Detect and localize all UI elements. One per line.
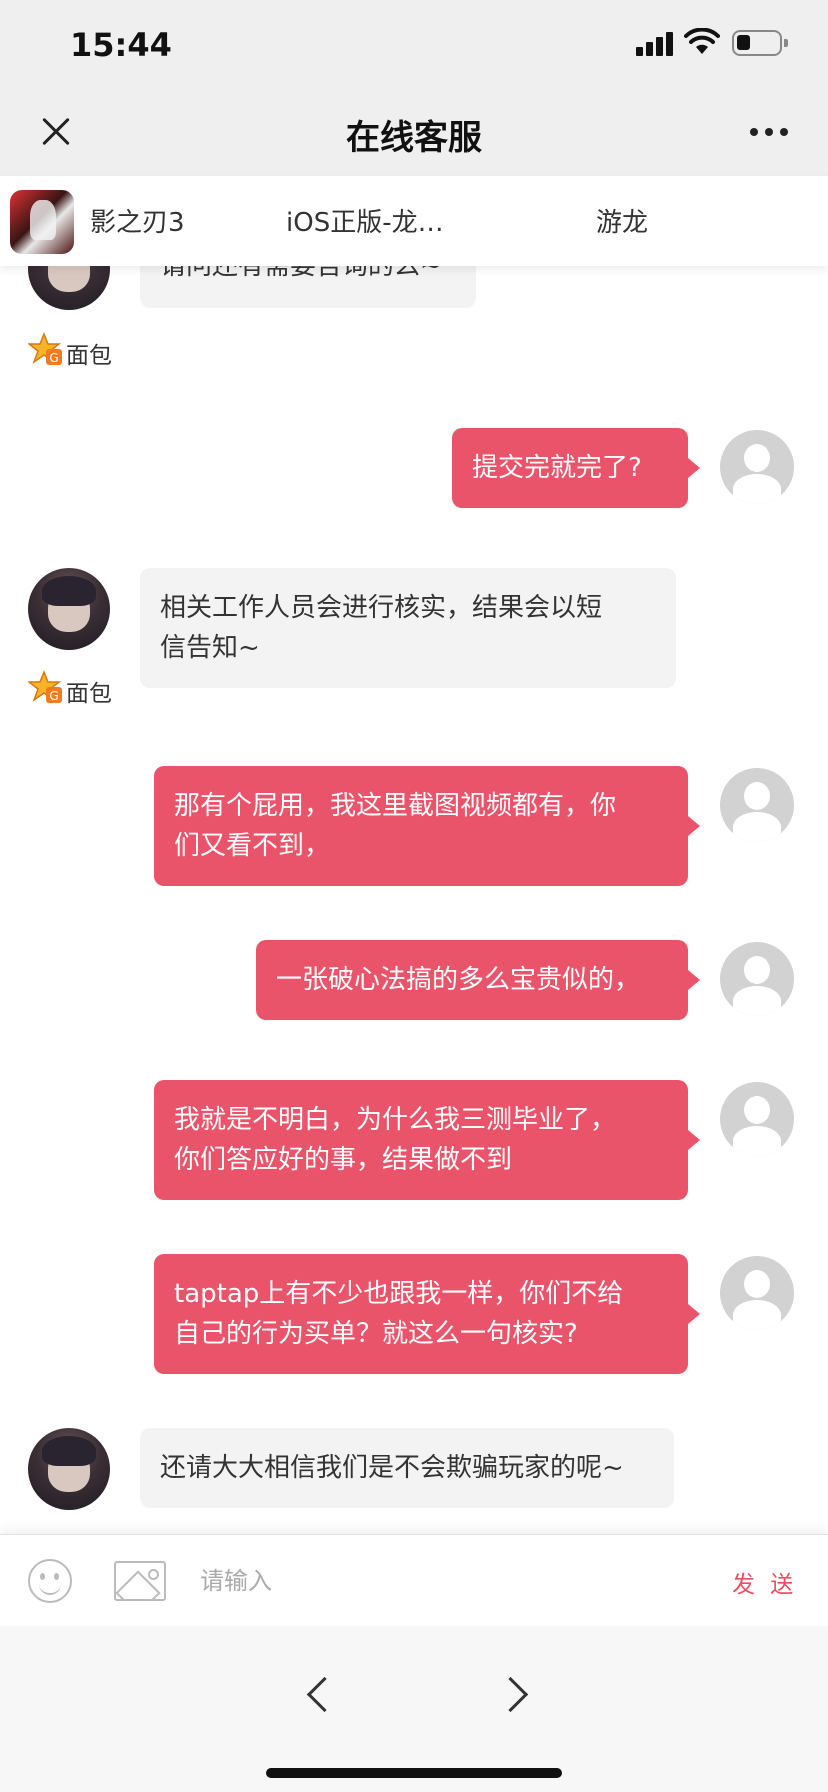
user-message: 提交完就完了? (452, 428, 700, 508)
game-server: iOS正版-龙… (286, 208, 444, 238)
svg-text:G: G (49, 689, 58, 703)
user-message: taptap上有不少也跟我一样，你们不给 自己的行为买单？就这么一句核实? (154, 1254, 700, 1374)
message-text-line: 信告知~ (160, 633, 260, 663)
game-role: 游龙 (596, 208, 649, 238)
badge-label: 面包 (66, 343, 112, 369)
message-text-line: 自己的行为买单？就这么一句核实? (174, 1319, 578, 1349)
user-avatar (720, 1256, 794, 1330)
nav-bar: 在线客服 (0, 90, 828, 176)
status-bar: 15:44 (0, 0, 828, 90)
battery-icon (732, 30, 788, 56)
bread-badge-icon: G (28, 332, 62, 365)
agent-message: 相关工作人员会进行核实，结果会以短 信告知~ (140, 568, 676, 688)
signal-icon (636, 30, 676, 56)
input-bar: 发 送 (0, 1534, 828, 1626)
user-avatar (720, 942, 794, 1016)
message-text-line: 你们答应好的事，结果做不到 (174, 1145, 513, 1175)
status-time: 15:44 (70, 26, 172, 64)
game-name: 影之刃3 (90, 208, 185, 238)
emoji-icon[interactable] (28, 1559, 72, 1603)
message-text: 一张破心法搞的多么宝贵似的， (276, 965, 641, 995)
top-bar: 15:44 在线客服 (0, 0, 828, 176)
send-button[interactable]: 发 送 (732, 1565, 797, 1599)
page-title: 在线客服 (346, 118, 482, 158)
message-text: 还请大大相信我们是不会欺骗玩家的呢~ (160, 1453, 624, 1483)
user-avatar (720, 430, 794, 504)
game-icon (10, 190, 74, 254)
message-text-line: 相关工作人员会进行核实，结果会以短 (160, 593, 603, 623)
badge-label: 面包 (66, 681, 112, 707)
back-icon[interactable] (304, 1678, 334, 1708)
user-message: 一张破心法搞的多么宝贵似的， (256, 940, 700, 1020)
browser-nav (0, 1626, 828, 1792)
image-icon[interactable] (114, 1561, 166, 1601)
agent-avatar (28, 568, 110, 650)
bread-badge-icon: G (28, 670, 62, 703)
agent-message: 请问还有需要咨询的么~ (140, 266, 476, 308)
game-info-bar: 影之刃3 iOS正版-龙… 游龙 (0, 176, 828, 266)
agent-avatar (28, 1428, 110, 1510)
agent-avatar (28, 266, 110, 310)
message-text-line: 们又看不到， (174, 831, 331, 861)
agent-message: 还请大大相信我们是不会欺骗玩家的呢~ (140, 1428, 674, 1508)
svg-text:G: G (49, 351, 58, 365)
chat-area[interactable]: 请问还有需要咨询的么~ G 面包 提交完就完了? 相关工作人员会进行核实，结果会… (0, 266, 828, 1534)
message-text-line: 那有个屁用，我这里截图视频都有，你 (174, 791, 617, 821)
more-icon[interactable] (750, 128, 790, 138)
home-indicator (266, 1768, 562, 1778)
message-text: 请问还有需要咨询的么~ (160, 266, 442, 281)
user-avatar (720, 768, 794, 842)
user-message: 我就是不明白，为什么我三测毕业了， 你们答应好的事，结果做不到 (154, 1080, 700, 1200)
message-input[interactable] (200, 1555, 700, 1607)
user-avatar (720, 1082, 794, 1156)
forward-icon[interactable] (502, 1678, 532, 1708)
message-text-line: 我就是不明白，为什么我三测毕业了， (174, 1105, 617, 1135)
message-text-line: taptap上有不少也跟我一样，你们不给 (174, 1279, 624, 1309)
wifi-icon (684, 28, 720, 54)
user-message: 那有个屁用，我这里截图视频都有，你 们又看不到， (154, 766, 700, 886)
message-text: 提交完就完了? (472, 453, 642, 483)
